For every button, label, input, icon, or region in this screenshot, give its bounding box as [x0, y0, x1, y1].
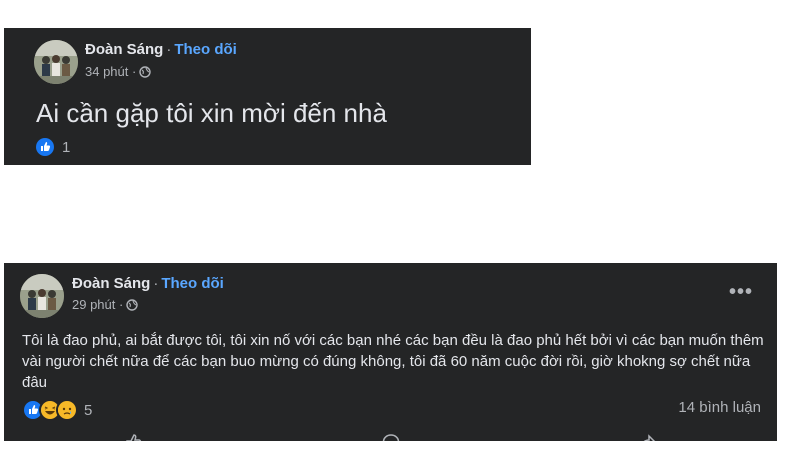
more-options-button[interactable]: ••• [729, 281, 753, 304]
reaction-count: 1 [62, 138, 71, 156]
globe-icon [139, 65, 152, 78]
like-icon [34, 136, 56, 158]
author-line: Đoàn Sáng · Theo dõi [85, 41, 237, 58]
avatar[interactable] [34, 40, 78, 84]
share-icon [643, 434, 656, 441]
comment-count[interactable]: 14 bình luận [678, 399, 761, 416]
comment-icon [382, 434, 399, 441]
post-meta: 34 phút · [85, 64, 152, 79]
globe-icon [126, 298, 139, 311]
post-card-2: Đoàn Sáng · Theo dõi 29 phút · ••• Tôi là … [4, 263, 777, 441]
follow-link[interactable]: Theo dõi [174, 41, 237, 58]
share-action-button[interactable] [519, 433, 777, 441]
author-name[interactable]: Đoàn Sáng [85, 41, 163, 58]
post-content: Ai cần gặp tôi xin mời đến nhà [36, 98, 387, 128]
comment-action-button[interactable] [262, 433, 520, 441]
author-name[interactable]: Đoàn Sáng [72, 275, 150, 292]
post-time[interactable]: 29 phút · [72, 297, 123, 312]
avatar[interactable] [20, 274, 64, 318]
follow-link[interactable]: Theo dõi [161, 275, 224, 292]
post-card-1: Đoàn Sáng · Theo dõi 34 phút · Ai cần gặp … [4, 28, 531, 165]
like-action-button[interactable] [4, 433, 262, 441]
author-line: Đoàn Sáng · Theo dõi [72, 275, 224, 292]
thumbs-up-icon [126, 434, 141, 441]
separator-dot: · [166, 41, 172, 58]
reaction-summary[interactable]: 5 [22, 399, 92, 421]
action-bar [4, 433, 777, 441]
post-content: Tôi là đao phủ, ai bắt được tôi, tôi xin… [22, 332, 764, 391]
reaction-count: 5 [84, 401, 93, 419]
reaction-summary[interactable]: 1 [34, 136, 70, 158]
sad-icon [56, 399, 78, 421]
post-time[interactable]: 34 phút · [85, 64, 136, 79]
post-meta: 29 phút · [72, 297, 139, 312]
separator-dot: · [153, 275, 159, 292]
